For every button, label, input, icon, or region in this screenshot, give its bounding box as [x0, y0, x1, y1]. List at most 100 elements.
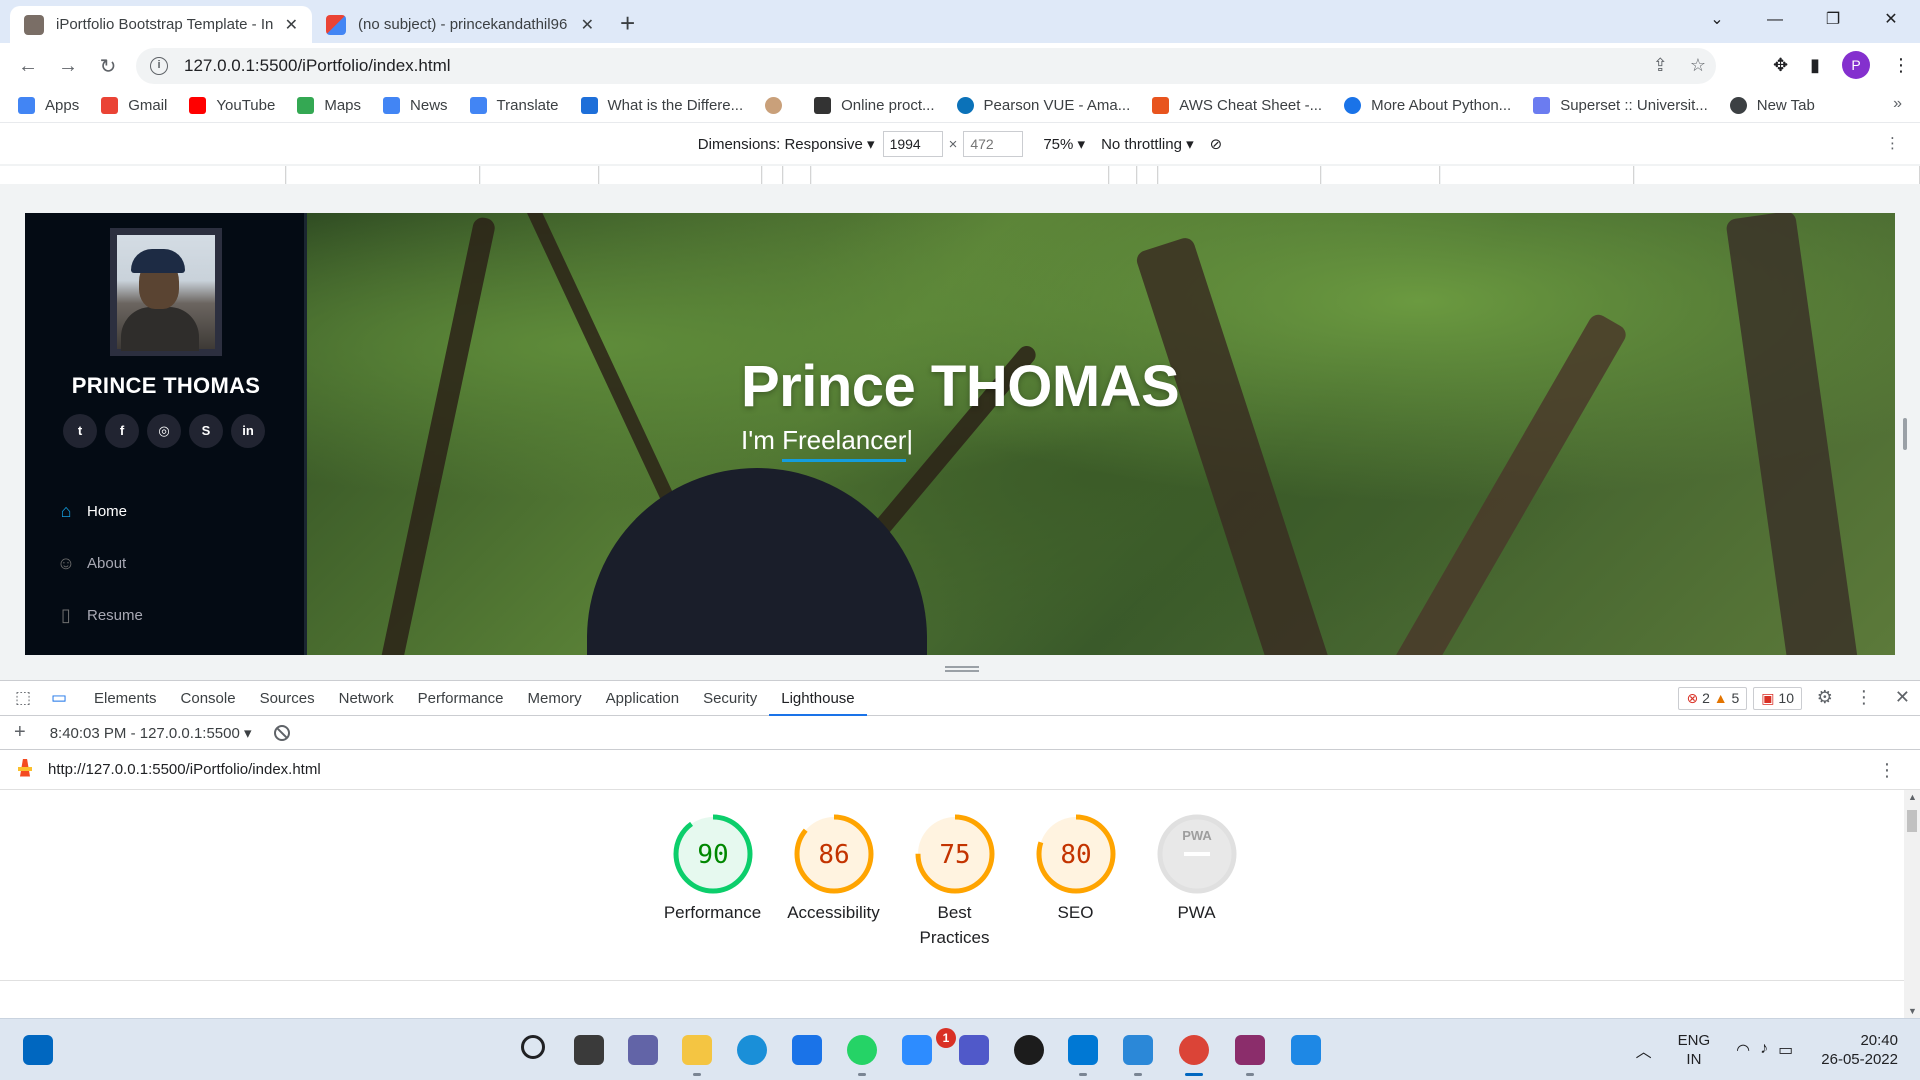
viewport-height-input[interactable] [963, 131, 1024, 157]
show-hidden-icons-chevron-icon[interactable]: ︿ [1636, 1038, 1652, 1062]
chrome-taskbar-icon[interactable] [1179, 1035, 1209, 1065]
close-tab-icon[interactable]: ✕ [285, 15, 298, 35]
zoom-dropdown[interactable]: 75% ▾ [1043, 135, 1085, 153]
back-icon[interactable]: ← [8, 55, 48, 78]
browser-tab-gmail[interactable]: (no subject) - princekandathil96 ✕ [312, 6, 608, 43]
side-panel-icon[interactable]: ▮ [1810, 55, 1820, 76]
bookmark-item[interactable]: YouTube [189, 97, 275, 114]
quick-settings[interactable]: ◠ ♪ ▭ [1736, 1040, 1793, 1060]
nav-item-resume[interactable]: ▯ Resume [55, 589, 143, 641]
clock[interactable]: 20:40 26-05-2022 [1821, 1031, 1898, 1069]
extensions-icon[interactable]: ✥ [1773, 55, 1788, 76]
bookmark-star-icon[interactable]: ☆ [1690, 55, 1706, 76]
store-taskbar-icon[interactable] [792, 1035, 822, 1065]
whatsapp-taskbar-icon[interactable] [847, 1035, 877, 1065]
more-bookmarks-icon[interactable]: » [1893, 95, 1902, 113]
nav-item-home[interactable]: ⌂ Home [55, 485, 143, 537]
new-tab-button[interactable]: + [620, 8, 635, 39]
teams-taskbar-icon[interactable] [959, 1035, 989, 1065]
bookmark-item[interactable]: AWS Cheat Sheet -... [1152, 97, 1322, 114]
bookmark-item[interactable]: Pearson VUE - Ama... [956, 97, 1130, 114]
linkedin-icon[interactable]: in [231, 414, 265, 448]
devtools-tab-elements[interactable]: Elements [82, 681, 169, 716]
devtools-tab-performance[interactable]: Performance [406, 681, 516, 716]
report-url[interactable]: http://127.0.0.1:5500/iPortfolio/index.h… [48, 761, 321, 778]
score-gauge[interactable]: PWA PWA [1136, 812, 1257, 950]
bookmark-item[interactable]: Online proct... [814, 97, 935, 114]
notepad-taskbar-icon[interactable] [1123, 1035, 1153, 1065]
share-icon[interactable]: ⇪ [1653, 55, 1668, 76]
bookmark-item[interactable]: Superset :: Universit... [1533, 97, 1708, 114]
rotate-icon[interactable]: ⊘ [1210, 135, 1223, 153]
bookmark-item[interactable]: Maps [297, 97, 361, 114]
score-gauge[interactable]: 80 SEO [1015, 812, 1136, 950]
restore-icon[interactable]: ❐ [1804, 0, 1862, 40]
new-report-icon[interactable]: + [14, 721, 26, 744]
viewport-width-input[interactable] [882, 131, 943, 157]
chrome-menu-icon[interactable]: ⋮ [1892, 55, 1910, 76]
task-view-taskbar-icon[interactable] [574, 1035, 604, 1065]
language-indicator[interactable]: ENG IN [1678, 1031, 1711, 1069]
devtools-tab-application[interactable]: Application [594, 681, 691, 716]
file-explorer-taskbar-icon[interactable] [682, 1035, 712, 1065]
issues-badge[interactable]: ▣ 10 [1753, 687, 1802, 710]
close-tab-icon[interactable]: ✕ [581, 15, 594, 35]
winrar-taskbar-icon[interactable] [1235, 1035, 1265, 1065]
close-devtools-icon[interactable]: ✕ [1895, 687, 1910, 708]
close-window-icon[interactable]: ✕ [1862, 0, 1920, 40]
photos-taskbar-icon[interactable] [1291, 1035, 1321, 1065]
throttling-dropdown[interactable]: No throttling ▾ [1101, 135, 1194, 153]
site-info-icon[interactable]: i [150, 57, 168, 75]
device-toggle-icon[interactable]: ▭ [46, 688, 72, 708]
forward-icon[interactable]: → [48, 55, 88, 78]
settings-gear-icon[interactable]: ⚙ [1817, 687, 1833, 708]
devtools-menu-icon[interactable]: ⋮ [1855, 687, 1873, 708]
devtools-tab-memory[interactable]: Memory [516, 681, 594, 716]
error-warning-badge[interactable]: ⊗ 2 ▲ 5 [1678, 687, 1748, 710]
bookmark-item[interactable]: Translate [469, 97, 559, 114]
inspect-element-icon[interactable]: ⬚ [10, 688, 36, 708]
bookmark-item[interactable]: Gmail [101, 97, 167, 114]
bookmark-item[interactable]: More About Python... [1344, 97, 1511, 114]
device-toolbar-menu-icon[interactable]: ⋮ [1885, 134, 1900, 152]
zoom-taskbar-icon[interactable] [902, 1035, 932, 1065]
media-query-ruler[interactable] [0, 164, 1920, 184]
dimensions-dropdown[interactable]: Dimensions: Responsive ▾ [698, 135, 875, 153]
vscode-taskbar-icon[interactable] [1068, 1035, 1098, 1065]
skype-icon[interactable]: S [189, 414, 223, 448]
chat-taskbar-icon[interactable] [628, 1035, 658, 1065]
score-gauge[interactable]: 75 Best Practices [894, 812, 1015, 950]
profile-avatar[interactable]: P [1842, 51, 1870, 79]
instagram-icon[interactable]: ◎ [147, 414, 181, 448]
nav-item-about[interactable]: ☺ About [55, 537, 143, 589]
devtools-tab-security[interactable]: Security [691, 681, 769, 716]
report-selector[interactable]: 8:40:03 PM - 127.0.0.1:5500 ▾ [50, 724, 252, 742]
search-taskbar-icon[interactable] [521, 1035, 545, 1059]
twitter-icon[interactable]: t [63, 414, 97, 448]
reload-icon[interactable]: ↻ [88, 54, 128, 79]
score-gauge[interactable]: 90 Performance [652, 812, 773, 950]
viewport-resize-handle-bottom[interactable] [945, 666, 979, 672]
bookmark-item[interactable]: Apps [18, 97, 79, 114]
report-scrollbar[interactable]: ▲ ▼ [1904, 790, 1920, 1018]
facebook-icon[interactable]: f [105, 414, 139, 448]
devtools-counters[interactable]: ⊗ 2 ▲ 5 ▣ 10 [1678, 687, 1802, 710]
tab-search-icon[interactable]: ⌄ [1688, 0, 1746, 40]
devtools-tab-network[interactable]: Network [327, 681, 406, 716]
bookmark-item[interactable]: New Tab [1729, 97, 1815, 114]
minimize-icon[interactable]: — [1746, 0, 1804, 40]
devtools-tab-console[interactable]: Console [169, 681, 248, 716]
score-gauge[interactable]: 86 Accessibility [773, 812, 894, 950]
devtools-tab-sources[interactable]: Sources [248, 681, 327, 716]
dell-taskbar-icon[interactable] [1014, 1035, 1044, 1065]
start-taskbar-icon[interactable] [23, 1035, 53, 1065]
bookmark-item[interactable]: What is the Differe... [580, 97, 743, 114]
devtools-tab-lighthouse[interactable]: Lighthouse [769, 681, 867, 716]
bookmark-item[interactable]: News [383, 97, 448, 114]
report-menu-icon[interactable]: ⋮ [1878, 760, 1896, 781]
edge-taskbar-icon[interactable] [737, 1035, 767, 1065]
browser-tab-active[interactable]: iPortfolio Bootstrap Template - In ✕ [10, 6, 312, 43]
address-bar[interactable]: i 127.0.0.1:5500/iPortfolio/index.html ⇪… [136, 48, 1716, 84]
bookmark-item[interactable] [765, 97, 792, 114]
clear-reports-icon[interactable] [273, 724, 290, 741]
